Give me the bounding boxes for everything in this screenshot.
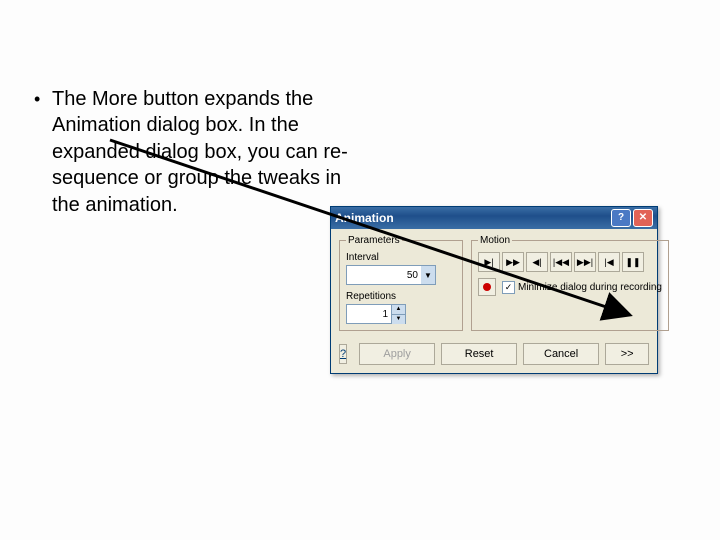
checkbox-icon[interactable]: ✓ bbox=[502, 281, 515, 294]
titlebar-close-button[interactable]: ✕ bbox=[633, 209, 653, 227]
cancel-button[interactable]: Cancel bbox=[523, 343, 599, 365]
titlebar-help-button[interactable]: ? bbox=[611, 209, 631, 227]
slide: • The More button expands the Animation … bbox=[0, 0, 720, 540]
go-start-icon[interactable]: |◀◀ bbox=[550, 252, 572, 272]
animation-dialog: Animation ? ✕ Parameters Interval 50 ▼ R… bbox=[330, 206, 658, 374]
interval-label: Interval bbox=[346, 252, 456, 263]
bullet-text: • The More button expands the Animation … bbox=[52, 86, 352, 218]
spinner-up-icon[interactable]: ▲ bbox=[391, 305, 405, 314]
play-reverse-icon[interactable]: |◀ bbox=[598, 252, 620, 272]
record-icon[interactable] bbox=[478, 278, 496, 296]
repetitions-value: 1 bbox=[347, 309, 391, 320]
help-button[interactable]: ? bbox=[339, 344, 347, 364]
playback-toolbar: ▶| ▶▶ ◀| |◀◀ ▶▶| |◀ ❚❚ bbox=[478, 252, 662, 272]
motion-legend: Motion bbox=[478, 235, 512, 246]
dialog-body: Parameters Interval 50 ▼ Repetitions 1 ▲… bbox=[331, 229, 657, 339]
motion-group: Motion ▶| ▶▶ ◀| |◀◀ ▶▶| |◀ ❚❚ ✓ Minimize… bbox=[471, 235, 669, 331]
parameters-group: Parameters Interval 50 ▼ Repetitions 1 ▲… bbox=[339, 235, 463, 331]
titlebar[interactable]: Animation ? ✕ bbox=[331, 207, 657, 229]
repetitions-label: Repetitions bbox=[346, 291, 456, 302]
skip-next-icon[interactable]: ▶▶ bbox=[502, 252, 524, 272]
repetitions-field[interactable]: 1 ▲ ▼ bbox=[346, 304, 406, 324]
dialog-title: Animation bbox=[335, 211, 609, 225]
apply-button[interactable]: Apply bbox=[359, 343, 435, 365]
reset-button[interactable]: Reset bbox=[441, 343, 517, 365]
bullet-dot: • bbox=[34, 88, 40, 112]
parameters-legend: Parameters bbox=[346, 235, 402, 246]
interval-value: 50 bbox=[347, 270, 421, 281]
minimize-checkbox-label: Minimize dialog during recording bbox=[518, 282, 662, 293]
more-button[interactable]: >> bbox=[605, 343, 649, 365]
minimize-checkbox-row[interactable]: ✓ Minimize dialog during recording bbox=[502, 281, 662, 294]
step-back-icon[interactable]: ◀| bbox=[526, 252, 548, 272]
spinner-down-icon[interactable]: ▼ bbox=[391, 314, 405, 324]
chevron-down-icon[interactable]: ▼ bbox=[421, 266, 435, 284]
button-bar: ? Apply Reset Cancel >> bbox=[331, 339, 657, 373]
play-forward-icon[interactable]: ▶| bbox=[478, 252, 500, 272]
bullet-content: The More button expands the Animation di… bbox=[52, 88, 348, 216]
pause-icon[interactable]: ❚❚ bbox=[622, 252, 644, 272]
go-end-icon[interactable]: ▶▶| bbox=[574, 252, 596, 272]
interval-field[interactable]: 50 ▼ bbox=[346, 265, 436, 285]
